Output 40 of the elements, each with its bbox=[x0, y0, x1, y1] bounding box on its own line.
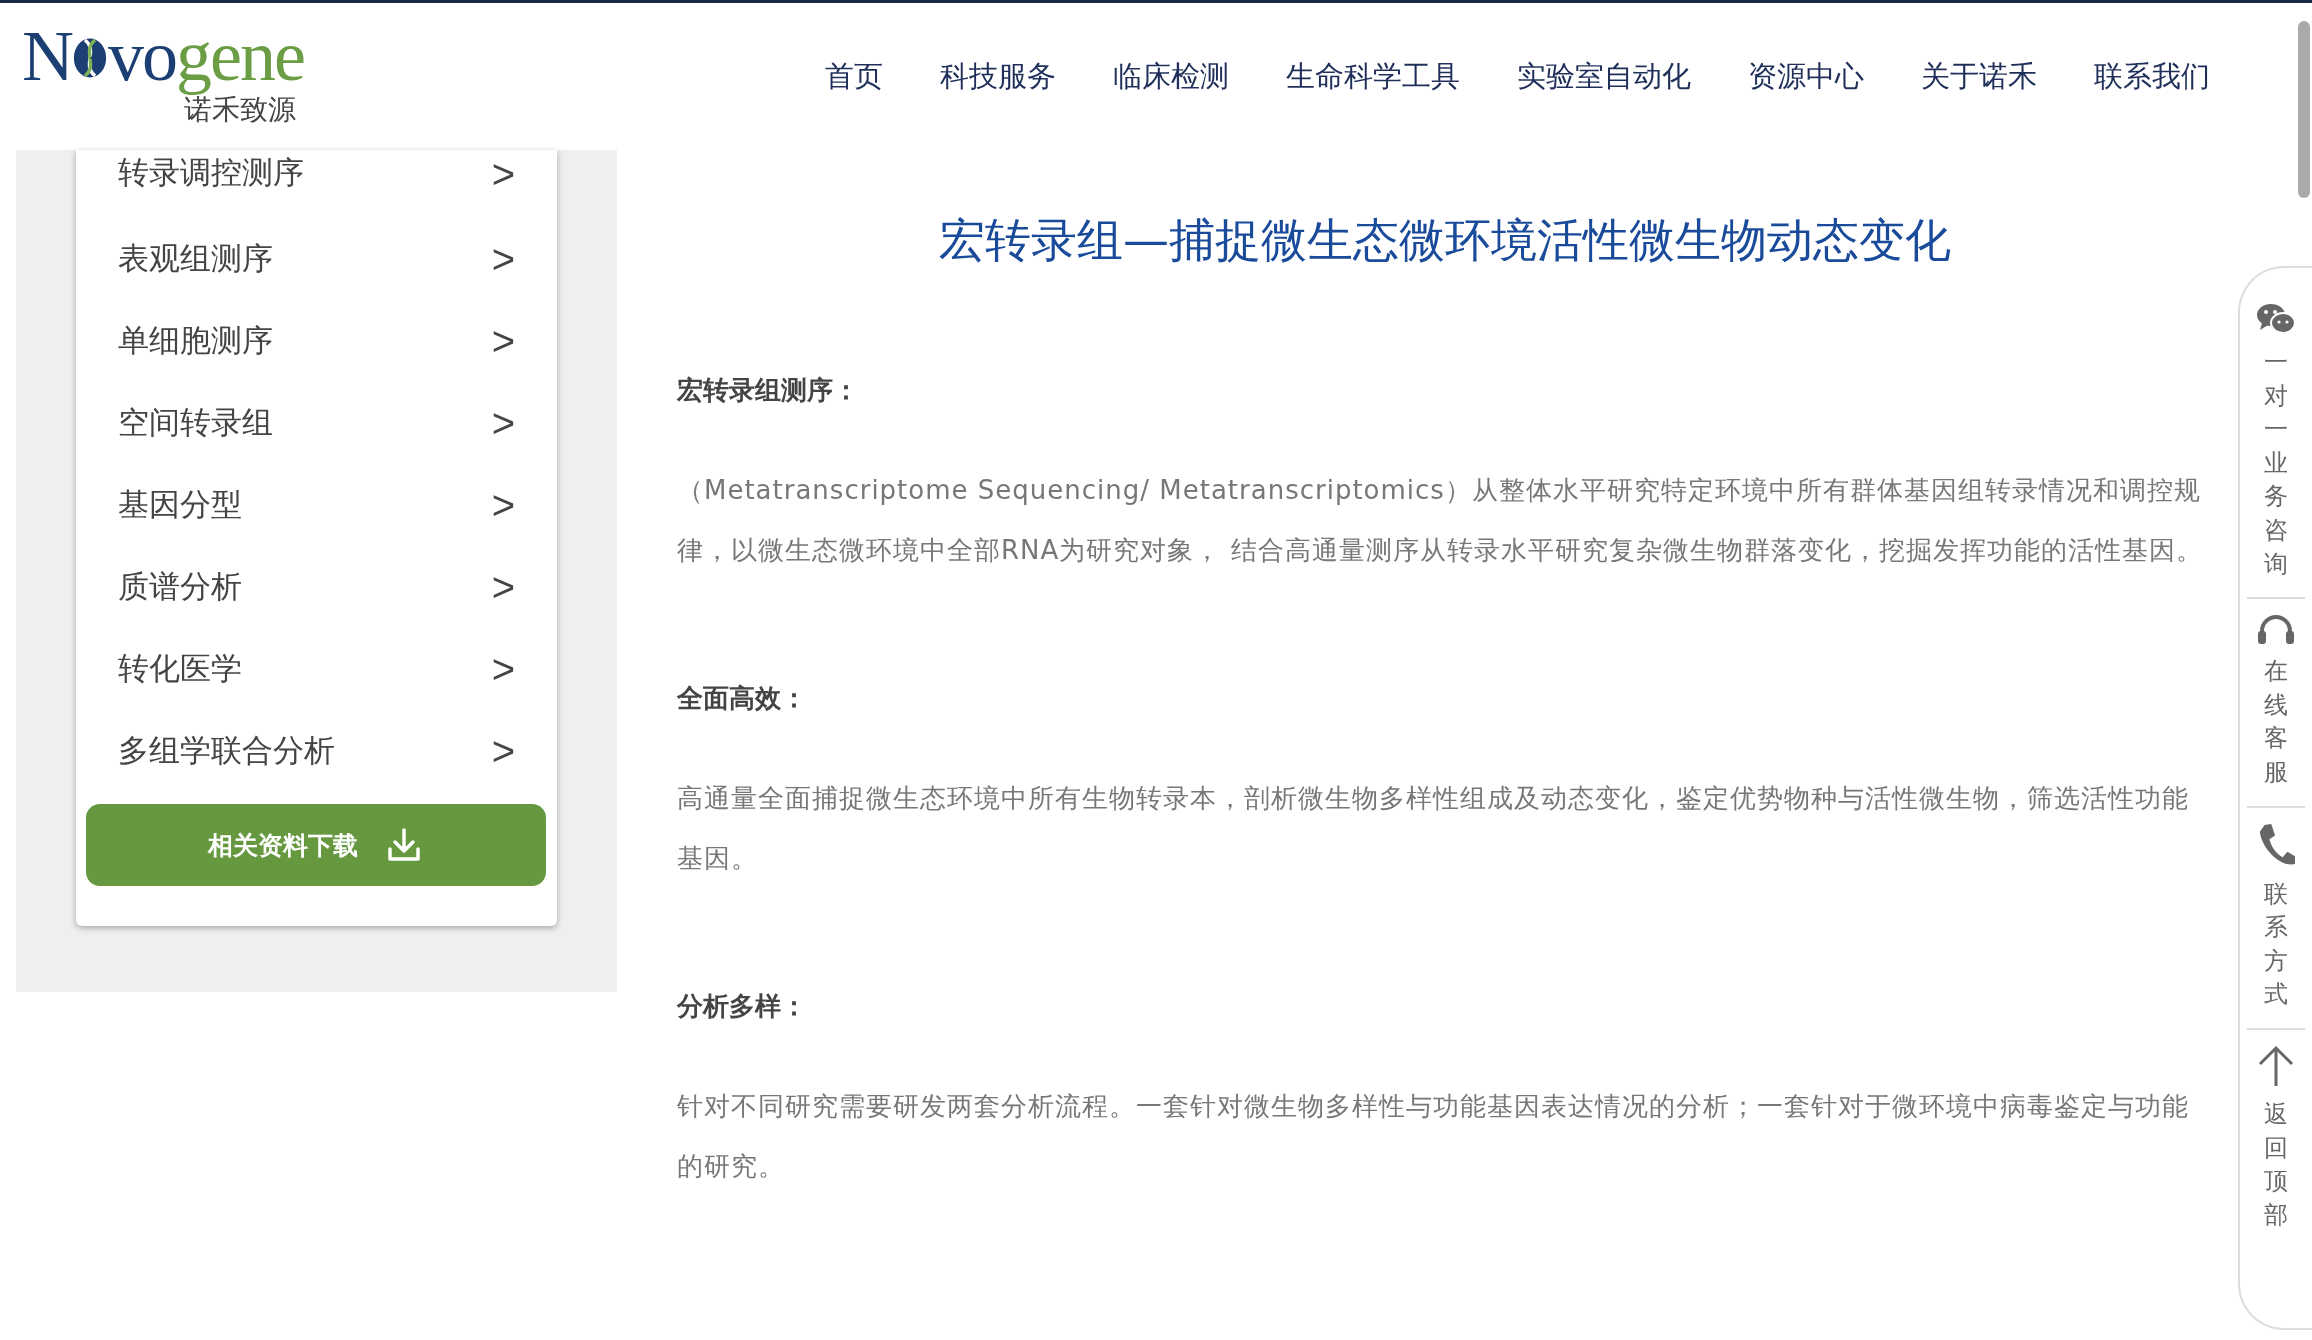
toolbar-label[interactable]: 在线客服 bbox=[2264, 655, 2288, 790]
chevron-glyph[interactable]: > bbox=[491, 564, 515, 610]
chevron-glyph[interactable]: > bbox=[491, 646, 515, 692]
nav-link[interactable]: 资源中心 bbox=[1748, 56, 1864, 97]
novogene-logo[interactable]: N vogene 诺禾致源 bbox=[22, 19, 304, 126]
section-heading: 全面高效： bbox=[677, 682, 808, 715]
nav-link[interactable]: 联系我们 bbox=[2094, 56, 2210, 97]
toolbar-label[interactable]: 一对一业务咨询 bbox=[2264, 346, 2288, 582]
chevron-glyph[interactable]: > bbox=[491, 152, 515, 197]
chevron-glyph[interactable]: > bbox=[491, 318, 515, 364]
section-paragraph: 针对不同研究需要研发两套分析流程。一套针对微生物多样性与功能基因表达情况的分析；一套针对于微环境中病毒鉴定与功能的研究。 bbox=[677, 1090, 2190, 1183]
nav-link[interactable]: 关于诺禾 bbox=[1921, 56, 2037, 97]
sidebar-item[interactable]: 转化医学 bbox=[118, 648, 242, 690]
chevron-glyph[interactable]: > bbox=[491, 482, 515, 528]
sidebar-item[interactable]: 表观组测序 bbox=[118, 238, 273, 280]
page-title: 宏转录组—捕捉微生态微环境活性微生物动态变化 bbox=[938, 212, 1952, 269]
chevron-glyph[interactable]: > bbox=[491, 236, 515, 282]
chevron-glyph[interactable]: > bbox=[491, 728, 515, 774]
nav-link[interactable]: 临床检测 bbox=[1113, 56, 1229, 97]
section-heading: 宏转录组测序： bbox=[677, 374, 860, 407]
scrollbar-thumb[interactable] bbox=[2298, 21, 2310, 198]
nav-link[interactable]: 实验室自动化 bbox=[1517, 56, 1691, 97]
sidebar-item[interactable]: 空间转录组 bbox=[118, 402, 273, 444]
nav-link[interactable]: 首页 bbox=[825, 56, 883, 97]
sidebar-item[interactable]: 单细胞测序 bbox=[118, 320, 273, 362]
sidebar-item[interactable]: 转录调控测序 bbox=[118, 152, 304, 194]
nav-link[interactable]: 生命科学工具 bbox=[1286, 56, 1460, 97]
sidebar-item[interactable]: 质谱分析 bbox=[118, 566, 242, 608]
section-paragraph: 高通量全面捕捉微生态环境中所有生物转录本，剖析微生物多样性组成及动态变化，鉴定优势物种与活性微生物，筛选活性功能基因。 bbox=[677, 782, 2190, 875]
section-heading: 分析多样： bbox=[677, 990, 808, 1023]
toolbar-label[interactable]: 返回顶部 bbox=[2264, 1097, 2288, 1233]
nav-link[interactable]: 科技服务 bbox=[940, 56, 1056, 97]
sidebar-item[interactable]: 基因分型 bbox=[118, 484, 242, 526]
dna-icon bbox=[73, 35, 107, 80]
sidebar-item[interactable]: 多组学联合分析 bbox=[118, 730, 335, 772]
arrow-up-icon[interactable] bbox=[2256, 1043, 2296, 1088]
toolbar-label[interactable]: 联系方式 bbox=[2264, 877, 2288, 1012]
chevron-glyph[interactable]: > bbox=[491, 400, 515, 446]
headset-icon[interactable] bbox=[2256, 613, 2296, 646]
section-paragraph: （Metatranscriptome Sequencing/ Metatranscriptomics）从整体水平研究特定环境中所有群体基因组转录情况和调控规律，以微生态微环境中全部RNA为研究对象， 结合高通量测序从转录水平研究复杂微生物群落变化，挖掘发挥功能的活性基因。 bbox=[677, 474, 2204, 567]
